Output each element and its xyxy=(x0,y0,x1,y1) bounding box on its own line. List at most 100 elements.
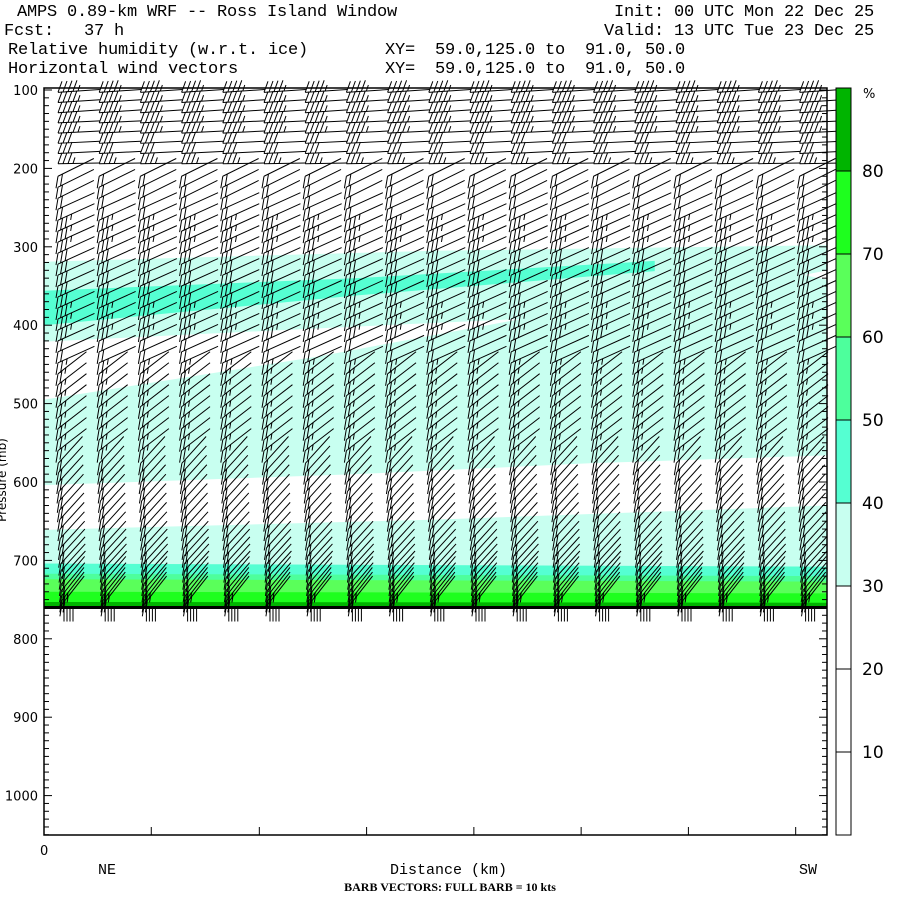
wind-barb xyxy=(428,80,471,93)
wind-barb xyxy=(593,111,636,124)
y-tick-label: 400 xyxy=(13,319,38,334)
colorbar-bin xyxy=(835,668,852,753)
wind-barb xyxy=(57,131,100,144)
cross-section-chart: 1002003004005006007008009001000 80706050… xyxy=(0,80,884,879)
wind-barb xyxy=(716,152,760,165)
wind-barb xyxy=(799,152,842,165)
wind-barb xyxy=(634,111,677,124)
wind-barb xyxy=(263,152,307,165)
wind-barb xyxy=(304,121,348,134)
colorbar-bin xyxy=(835,253,852,338)
wind-barb xyxy=(387,152,430,165)
wind-barb xyxy=(387,111,430,124)
wind-barb xyxy=(181,121,224,134)
wind-barb xyxy=(98,80,142,93)
x-start-label: 0 xyxy=(40,844,48,859)
wind-barb xyxy=(98,121,142,134)
colorbar-bin xyxy=(835,751,852,836)
wind-barb xyxy=(599,607,610,622)
wind-barb xyxy=(551,111,595,124)
colorbar-label: 10 xyxy=(862,743,884,763)
y-tick-label: 200 xyxy=(13,162,38,177)
wind-barb xyxy=(57,121,100,134)
wind-barb xyxy=(799,121,842,134)
wind-barb xyxy=(551,152,595,165)
colorbar-bin xyxy=(835,87,852,172)
wind-barb xyxy=(681,607,692,622)
wind-barb xyxy=(345,80,389,93)
wind-barb xyxy=(634,141,677,155)
y-tick-label: 1000 xyxy=(5,790,38,805)
wind-barb xyxy=(557,607,568,622)
wind-barb xyxy=(145,607,156,622)
y-tick-label: 300 xyxy=(13,241,38,256)
wind-barb xyxy=(387,80,430,93)
wind-barb xyxy=(304,141,348,155)
colorbar-bin xyxy=(835,170,852,255)
wind-barb xyxy=(139,131,183,144)
wind-barb xyxy=(757,152,801,165)
wind-barb xyxy=(181,141,224,155)
wind-barb xyxy=(551,121,595,134)
colorbar-label: 80 xyxy=(862,162,884,182)
wind-barb xyxy=(187,607,198,622)
colorbar-bin xyxy=(835,419,852,504)
x-axis xyxy=(43,827,797,835)
wind-barb xyxy=(139,80,183,93)
wind-barb xyxy=(510,111,554,124)
wind-barb xyxy=(675,111,718,124)
wind-barb xyxy=(510,131,554,144)
colorbar-unit: % xyxy=(863,87,875,102)
wind-barb xyxy=(263,121,306,134)
x-left-label: NE xyxy=(98,862,116,879)
wind-barb xyxy=(634,80,677,93)
wind-barb xyxy=(222,131,265,144)
wind-barb xyxy=(799,80,842,93)
wind-barb xyxy=(757,80,801,93)
y-tick-label: 600 xyxy=(13,476,38,491)
wind-barb xyxy=(551,131,595,144)
wind-barb xyxy=(181,131,224,144)
wind-barb xyxy=(640,607,651,622)
x-right-label: SW xyxy=(799,862,817,879)
colorbar-label: 60 xyxy=(862,328,884,348)
wind-barb xyxy=(387,141,430,155)
wind-barb xyxy=(593,141,636,155)
wind-barb xyxy=(799,111,842,124)
wind-barb xyxy=(345,111,389,124)
wind-barb xyxy=(469,121,512,134)
wind-barb xyxy=(428,111,471,124)
wind-barb xyxy=(799,131,842,144)
wind-barb xyxy=(428,152,471,165)
wind-barb xyxy=(263,111,306,124)
colorbar-label: 50 xyxy=(862,411,884,431)
wind-barb xyxy=(304,152,348,165)
wind-barb xyxy=(98,111,142,124)
wind-barb xyxy=(757,111,801,124)
wind-barb xyxy=(263,131,306,144)
wind-barb xyxy=(98,141,142,155)
wind-barb xyxy=(475,607,486,622)
wind-barb xyxy=(716,111,760,124)
wind-barb xyxy=(722,607,733,622)
wind-barb xyxy=(345,152,389,165)
wind-barb xyxy=(634,131,677,144)
wind-barb xyxy=(593,80,636,93)
wind-barb xyxy=(57,141,100,155)
wind-barb xyxy=(510,121,554,134)
wind-barb xyxy=(345,121,389,134)
wind-barb xyxy=(716,141,760,155)
colorbar-bin xyxy=(835,502,852,587)
wind-barb xyxy=(57,111,100,124)
wind-barb xyxy=(593,152,636,165)
wind-barb xyxy=(551,80,595,93)
wind-barb xyxy=(263,141,306,155)
colorbar: 80 70 60 50 40 30 20 10 xyxy=(835,87,884,836)
wind-barb xyxy=(351,607,362,622)
wind-barb xyxy=(98,131,142,144)
wind-barb xyxy=(799,141,842,155)
wind-barb xyxy=(393,607,404,622)
wind-barb xyxy=(675,121,718,134)
wind-barb xyxy=(57,80,100,93)
wind-barb xyxy=(675,152,719,165)
